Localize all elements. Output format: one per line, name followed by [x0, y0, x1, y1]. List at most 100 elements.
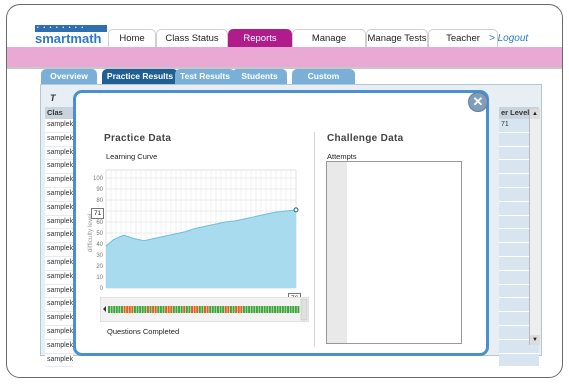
tab-teacher-support[interactable]: Teacher Support — [428, 29, 498, 62]
student-name-cell[interactable]: samplek — [45, 215, 73, 230]
question-result-mark — [237, 306, 240, 313]
scroll-up-arrow-icon[interactable]: ▲ — [530, 109, 540, 119]
question-result-mark — [188, 306, 191, 313]
question-result-mark — [292, 306, 295, 313]
question-result-mark — [271, 306, 274, 313]
question-result-mark — [214, 306, 217, 313]
question-result-mark — [294, 306, 297, 313]
question-progress-bar[interactable] — [100, 297, 309, 322]
attempts-chart — [326, 161, 462, 344]
scroll-down-arrow-icon[interactable]: ▼ — [530, 335, 540, 345]
question-result-mark — [250, 306, 253, 313]
question-result-mark — [183, 306, 186, 313]
question-result-mark — [281, 306, 284, 313]
student-name-cell[interactable]: samplek — [45, 187, 73, 202]
student-name-cell[interactable]: samplek — [45, 339, 73, 354]
question-result-mark — [115, 306, 118, 313]
tab-manage-tests[interactable]: Manage Tests — [366, 29, 428, 47]
student-name-cell[interactable]: samplek — [45, 325, 73, 340]
question-result-mark — [120, 306, 123, 313]
progress-scroll-thumb[interactable] — [300, 298, 308, 321]
student-name-cell[interactable]: samplek — [45, 229, 73, 244]
question-result-mark — [248, 306, 251, 313]
question-result-mark — [279, 306, 282, 313]
question-result-mark — [232, 306, 235, 313]
subtab-overview[interactable]: Overview — [41, 69, 97, 84]
student-name-cell[interactable]: samplek — [45, 270, 73, 285]
question-result-mark — [136, 306, 139, 313]
question-result-mark — [141, 306, 144, 313]
tab-home[interactable]: Home — [108, 29, 156, 47]
question-result-mark — [206, 306, 209, 313]
question-result-mark — [261, 306, 264, 313]
question-result-mark — [167, 306, 170, 313]
student-name-cell[interactable]: samplek — [45, 256, 73, 271]
student-name-cell[interactable]: samplek — [45, 132, 73, 147]
challenge-data-title: Challenge Data — [327, 133, 404, 144]
question-result-mark — [170, 306, 173, 313]
question-result-mark — [211, 306, 214, 313]
question-result-mark — [159, 306, 162, 313]
question-result-mark — [201, 306, 204, 313]
question-result-mark — [185, 306, 188, 313]
question-result-mark — [263, 306, 266, 313]
table-scrollbar[interactable]: ▲ ▼ — [529, 109, 540, 345]
question-result-mark — [284, 306, 287, 313]
question-result-mark — [118, 306, 121, 313]
question-result-mark — [255, 306, 258, 313]
question-result-mark — [152, 306, 155, 313]
tab-reports[interactable]: Reports — [228, 29, 292, 47]
tab-class-status[interactable]: Class Status — [156, 29, 228, 47]
student-name-cell[interactable]: samplek — [45, 174, 73, 188]
question-result-mark — [146, 306, 149, 313]
subtab-test-results[interactable]: Test Results — [175, 69, 235, 84]
student-name-cell[interactable]: samplek — [45, 160, 73, 175]
current-level-point — [293, 207, 299, 213]
student-name-cell[interactable]: samplek — [45, 312, 73, 326]
student-name-cell[interactable]: samplek — [45, 284, 73, 299]
question-result-mark — [162, 306, 165, 313]
practice-data-title: Practice Data — [104, 133, 172, 144]
question-result-mark — [268, 306, 271, 313]
question-result-mark — [289, 306, 292, 313]
y-tick-label: 20 — [96, 264, 103, 270]
subtab-custom[interactable]: Custom — [292, 69, 355, 84]
question-result-mark — [172, 306, 175, 313]
question-result-mark — [222, 306, 225, 313]
logout-link[interactable]: > Logout — [489, 33, 528, 44]
question-result-mark — [131, 306, 134, 313]
question-result-mark — [227, 306, 230, 313]
close-icon[interactable]: ✕ — [468, 92, 488, 112]
question-result-mark — [219, 306, 222, 313]
student-name-cell[interactable]: samplek — [45, 353, 73, 368]
y-tick-label: 100 — [93, 176, 104, 182]
questions-completed-label: Questions Completed — [107, 327, 180, 336]
question-result-mark — [235, 306, 238, 313]
student-name-cell[interactable]: samplek — [45, 243, 73, 257]
question-result-mark — [245, 306, 248, 313]
question-result-mark — [165, 306, 168, 313]
y-tick-label: 0 — [100, 286, 104, 292]
current-level-value: 71 — [91, 208, 105, 219]
student-name-cell[interactable]: samplek — [45, 146, 73, 161]
question-result-mark — [108, 306, 110, 313]
question-result-mark — [204, 306, 206, 313]
question-result-mark — [175, 306, 178, 313]
tab-manage-practices[interactable]: Manage Practices — [292, 29, 366, 62]
column-header[interactable]: Clas — [45, 107, 73, 119]
question-result-mark — [154, 306, 157, 313]
question-result-mark — [123, 306, 126, 313]
student-name-cell[interactable]: samplek — [45, 298, 73, 313]
y-tick-label: 90 — [96, 187, 103, 193]
question-result-mark — [198, 306, 201, 313]
subtab-practice-results[interactable]: Practice Results — [102, 69, 178, 84]
student-name-cell[interactable]: samplek — [45, 201, 73, 216]
question-result-mark — [128, 306, 131, 313]
logo-name: smartmath — [35, 31, 102, 46]
attempts-label: Attempts — [327, 152, 357, 161]
question-result-mark — [180, 306, 183, 313]
subtab-students[interactable]: Students — [232, 69, 287, 84]
question-result-mark — [253, 306, 256, 313]
y-tick-label: 50 — [96, 231, 103, 237]
student-name-cell[interactable]: samplek — [45, 119, 73, 133]
